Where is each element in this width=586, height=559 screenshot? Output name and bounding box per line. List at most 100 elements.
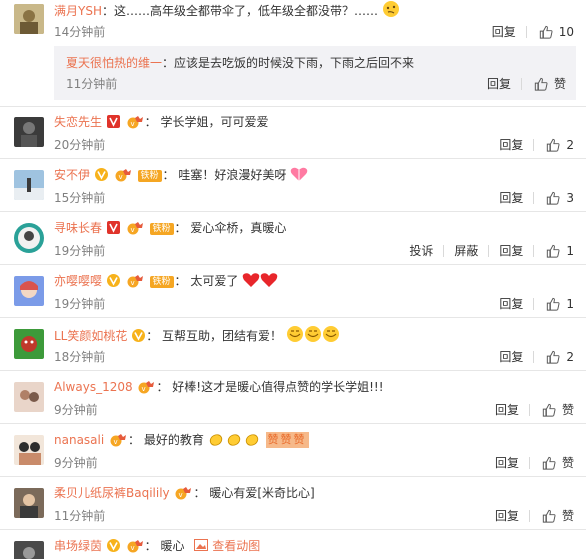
thumbs-up-icon xyxy=(547,350,560,364)
avatar-image xyxy=(14,170,44,200)
divider xyxy=(0,106,586,107)
like-button[interactable]: 2 xyxy=(534,137,574,153)
thumbs-up-icon xyxy=(542,403,556,417)
image-icon xyxy=(194,539,209,551)
separator: ： xyxy=(174,221,187,235)
username-link[interactable]: 柔贝儿纸尿裤Baqilily xyxy=(54,486,170,500)
heart-gift-emoji-icon xyxy=(290,167,308,181)
member-crown-icon: v xyxy=(127,222,143,235)
svg-text:v: v xyxy=(179,491,183,499)
thumbs-up-icon xyxy=(542,456,556,470)
username-link[interactable]: 串场绿茵 xyxy=(54,539,102,553)
like-button[interactable]: 赞 xyxy=(522,76,566,92)
reply-button[interactable]: 回复 xyxy=(489,243,533,259)
like-count: 赞 xyxy=(561,456,574,470)
username-link[interactable]: 夏天很怕热的维一 xyxy=(66,56,162,70)
username-link[interactable]: 满月YSH xyxy=(54,4,102,18)
avatar[interactable] xyxy=(14,488,44,518)
avatar[interactable] xyxy=(14,223,44,253)
verified-v-icon xyxy=(94,168,108,181)
avatar[interactable] xyxy=(14,382,44,412)
comment-actions: 回复 10 xyxy=(482,24,574,40)
avatar[interactable] xyxy=(14,4,44,34)
username-link[interactable]: 寻味长春 xyxy=(54,221,102,235)
avatar[interactable] xyxy=(14,329,44,359)
verified-v-icon xyxy=(132,329,146,342)
heart-emoji-icon xyxy=(242,273,278,287)
comment-actions: 回复 1 xyxy=(489,296,574,312)
like-button[interactable]: 赞 xyxy=(530,508,574,524)
like-button[interactable]: 1 xyxy=(534,296,574,312)
comment-line: 失恋先生 v ： 学长学姐，可可爱爱 xyxy=(54,113,269,131)
comment-line: 安不伊 v 铁粉： 哇塞！好浪漫好美呀 xyxy=(54,166,308,184)
avatar-image xyxy=(14,4,44,34)
like-button[interactable]: 1 xyxy=(534,243,574,259)
username-link[interactable]: Always_1208 xyxy=(54,380,133,394)
like-count: 赞 xyxy=(561,509,574,523)
reply-button[interactable]: 回复 xyxy=(489,296,533,312)
like-button[interactable]: 3 xyxy=(534,190,574,206)
avatar[interactable] xyxy=(14,117,44,147)
like-button[interactable]: 2 xyxy=(534,349,574,365)
comment-time: 11分钟前 xyxy=(66,77,118,91)
comment-text: 暖心有爱[米奇比心] xyxy=(209,486,315,500)
thumbs-up-icon xyxy=(547,297,560,311)
fans-badge: 铁粉 xyxy=(137,170,162,182)
username-link[interactable]: 安不伊 xyxy=(54,168,90,182)
reply-button[interactable]: 回复 xyxy=(477,76,521,92)
comment-time: 15分钟前 xyxy=(54,191,106,205)
username-link[interactable]: LL笑颜如桃花 xyxy=(54,329,127,343)
member-crown-icon: v xyxy=(127,540,143,553)
like-count: 2 xyxy=(566,350,574,364)
reply-button[interactable]: 回复 xyxy=(482,24,526,40)
username-link[interactable]: 亦嘤嘤嘤 xyxy=(54,274,102,288)
reply-button[interactable]: 回复 xyxy=(489,137,533,153)
view-gif-link[interactable]: 查看动图 xyxy=(212,539,260,553)
thumbs-up-icon xyxy=(539,25,553,39)
separator: ： xyxy=(156,380,169,394)
reply-button[interactable]: 回复 xyxy=(485,402,529,418)
thumbs-up-icon xyxy=(547,138,560,152)
like-button[interactable]: 赞 xyxy=(530,402,574,418)
sub-reply-line: 夏天很怕热的维一：应该是去吃饭的时候没下雨，下雨之后回不来 xyxy=(66,54,414,72)
svg-text:v: v xyxy=(130,279,134,287)
comment-text: 太可爱了 xyxy=(190,274,239,288)
comment-text: 暖心 xyxy=(160,539,185,553)
comment-actions: 回复 赞 xyxy=(485,508,574,524)
reply-button[interactable]: 回复 xyxy=(489,190,533,206)
username-link[interactable]: 失恋先生 xyxy=(54,115,102,129)
avatar[interactable] xyxy=(14,541,44,559)
member-crown-icon: v xyxy=(175,487,192,500)
comment-text: 学长学姐，可可爱爱 xyxy=(160,115,269,129)
reply-button[interactable]: 回复 xyxy=(489,349,533,365)
like-button[interactable]: 10 xyxy=(527,24,574,40)
comment-time: 19分钟前 xyxy=(54,297,106,311)
avatar[interactable] xyxy=(14,435,44,465)
comment-actions: 回复 赞 xyxy=(485,402,574,418)
reply-button[interactable]: 回复 xyxy=(485,508,529,524)
svg-text:v: v xyxy=(130,120,134,128)
comment-text: 最好的教育 xyxy=(143,433,204,447)
member-crown-icon: v xyxy=(127,275,143,288)
comment-actions: 回复 赞 xyxy=(477,76,566,92)
verified-v-icon xyxy=(106,274,120,287)
avatar[interactable] xyxy=(14,170,44,200)
avatar-image xyxy=(14,435,44,465)
comment-feed: 满月YSH：这……高年级全都带伞了，低年级全都没带？…… 14分钟前 回复 10… xyxy=(0,0,586,559)
like-button[interactable]: 赞 xyxy=(530,455,574,471)
report-button[interactable]: 投诉 xyxy=(399,243,443,259)
comment-text: 好棒!这才是暖心值得点赞的学长学姐!!! xyxy=(172,380,384,394)
comment-text: 应该是去吃饭的时候没下雨，下雨之后回不来 xyxy=(174,56,415,70)
sub-reply: 夏天很怕热的维一：应该是去吃饭的时候没下雨，下雨之后回不来 11分钟前 回复 赞 xyxy=(54,46,576,100)
like-count: 3 xyxy=(566,191,574,205)
block-button[interactable]: 屏蔽 xyxy=(444,243,488,259)
separator: ： xyxy=(101,4,114,18)
divider xyxy=(0,423,586,424)
verified-v-icon xyxy=(106,115,120,128)
reply-button[interactable]: 回复 xyxy=(485,455,529,471)
svg-text:v: v xyxy=(130,226,134,234)
svg-text:v: v xyxy=(142,385,146,393)
avatar[interactable] xyxy=(14,276,44,306)
username-link[interactable]: nanasali xyxy=(54,433,104,447)
comment-time: 18分钟前 xyxy=(54,350,106,364)
